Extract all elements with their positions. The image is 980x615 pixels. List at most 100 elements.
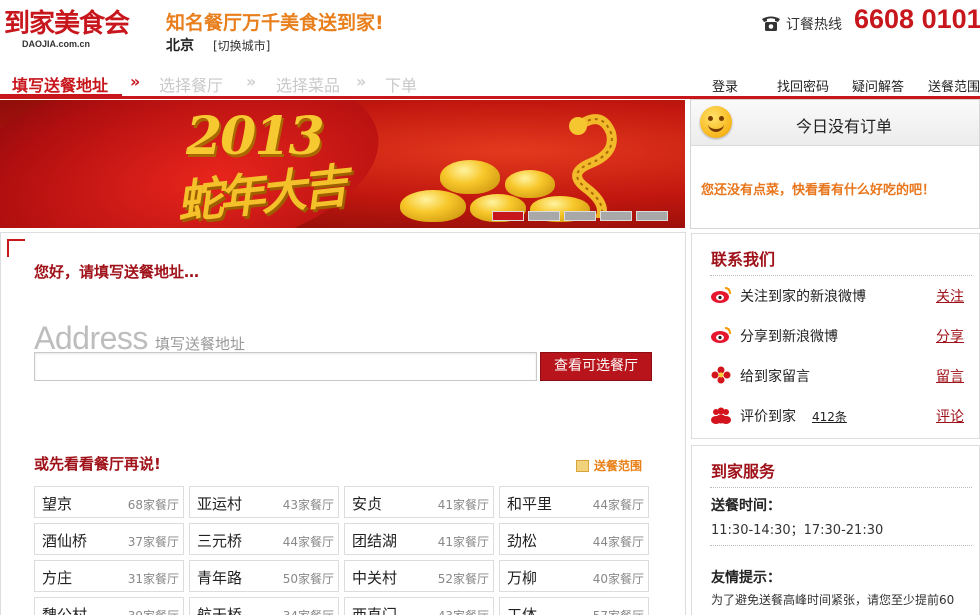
logo[interactable]: 到家美食会 DAOJIA.com.cn (4, 3, 140, 59)
area-name: 望京 (42, 495, 73, 513)
users-icon (711, 407, 731, 424)
area-item[interactable]: 安贞 41家餐厅 (344, 486, 494, 518)
area-count: 44家餐厅 (592, 535, 644, 549)
browse-restaurants-title: 或先看看餐厅再说! (34, 455, 161, 473)
gold-ingot-image (505, 170, 555, 198)
order-status-title: 今日没有订单 (796, 117, 893, 136)
divider (710, 275, 972, 276)
contact-row-review: 评价到家 412条 评论 (710, 404, 970, 428)
service-panel: 到家服务 送餐时间： 11:30-14:30；17:30-21:30 友情提示：… (691, 445, 980, 615)
share-link[interactable]: 分享 (936, 326, 964, 346)
area-name: 青年路 (197, 569, 243, 587)
contact-row-text: 评价到家 (740, 409, 796, 425)
area-item[interactable]: 航天桥 34家餐厅 (189, 597, 339, 615)
flower-icon (711, 366, 731, 384)
slide-dot[interactable] (564, 211, 596, 221)
area-item[interactable]: 望京 68家餐厅 (34, 486, 184, 518)
step-arrow: » (356, 72, 367, 91)
area-item[interactable]: 中关村 52家餐厅 (344, 560, 494, 592)
area-count: 39家餐厅 (128, 607, 179, 615)
hotline-number: 6608 0101 (854, 4, 980, 34)
switch-city-link[interactable]: [切换城市] (213, 37, 270, 54)
gold-ingot-image (440, 160, 500, 194)
area-item[interactable]: 亚运村 43家餐厅 (189, 486, 339, 518)
delivery-range-link[interactable]: 送餐范围 (576, 457, 642, 474)
address-input[interactable] (34, 352, 537, 381)
slide-dot[interactable] (600, 211, 632, 221)
address-label-cn: 填写送餐地址 (155, 335, 246, 353)
area-count: 44家餐厅 (282, 535, 334, 549)
faq-link[interactable]: 疑问解答 (852, 76, 904, 95)
slogan: 知名餐厅万千美食送到家! (166, 12, 384, 34)
login-link[interactable]: 登录 (712, 76, 738, 95)
slide-dot[interactable] (492, 211, 524, 221)
map-icon (576, 460, 589, 472)
area-item[interactable]: 万柳 40家餐厅 (499, 560, 649, 592)
follow-link[interactable]: 关注 (936, 286, 964, 306)
delivery-hours-label: 送餐时间： (711, 498, 781, 514)
corner-decoration (7, 239, 25, 257)
order-status-panel: 今日没有订单 您还没有点菜，快看看有什么好吃的吧！ (690, 99, 980, 229)
area-item[interactable]: 魏公村 39家餐厅 (34, 597, 184, 615)
area-count: 43家餐厅 (438, 607, 489, 615)
area-item[interactable]: 酒仙桥 37家餐厅 (34, 523, 184, 555)
area-item[interactable]: 团结湖 41家餐厅 (344, 523, 494, 555)
area-count: 31家餐厅 (127, 572, 179, 586)
contact-row-text: 给到家留言 (740, 369, 810, 385)
area-count: 37家餐厅 (127, 535, 179, 549)
area-name: 中关村 (352, 569, 398, 587)
area-item[interactable]: 方庄 31家餐厅 (34, 560, 184, 592)
tip-text: 为了避免送餐高峰时间紧张，请您至少提前60 (711, 593, 955, 607)
address-greeting: 您好，请填写送餐地址… (34, 263, 200, 281)
area-count: 43家餐厅 (282, 498, 334, 512)
address-panel: 您好，请填写送餐地址… Address 填写送餐地址 查看可选餐厅 或先看看餐厅… (0, 232, 686, 615)
contact-row-share-weibo: 分享到新浪微博 分享 (710, 324, 970, 348)
area-name: 和平里 (507, 495, 553, 513)
area-name: 劲松 (507, 532, 538, 550)
area-name: 航天桥 (197, 606, 243, 615)
review-count-link[interactable]: 412条 (812, 408, 847, 425)
step-place-order: 下单 (385, 76, 418, 95)
slide-dot[interactable] (528, 211, 560, 221)
area-item[interactable]: 西直门 43家餐厅 (344, 597, 494, 615)
area-name: 酒仙桥 (42, 532, 88, 550)
step-arrow: » (246, 72, 257, 91)
promo-banner[interactable]: 2013 蛇年大吉 (0, 100, 685, 228)
gold-ingot-image (400, 190, 466, 222)
area-count: 40家餐厅 (592, 572, 644, 586)
area-item[interactable]: 三元桥 44家餐厅 (189, 523, 339, 555)
area-item[interactable]: 劲松 44家餐厅 (499, 523, 649, 555)
area-count: 68家餐厅 (127, 498, 179, 512)
area-name: 魏公村 (42, 606, 88, 615)
area-item[interactable]: 和平里 44家餐厅 (499, 486, 649, 518)
slide-dot[interactable] (636, 211, 668, 221)
phone-icon (762, 16, 780, 31)
contact-row-text: 关注到家的新浪微博 (740, 289, 866, 305)
step-choose-dishes: 选择菜品 (276, 76, 341, 95)
step-arrow: » (130, 72, 141, 91)
delivery-area-link[interactable]: 送餐范围 (928, 76, 980, 95)
review-link[interactable]: 评论 (936, 406, 964, 426)
contact-row-message: 给到家留言 留言 (710, 364, 970, 388)
current-city: 北京 (166, 38, 194, 54)
divider (710, 487, 972, 488)
tip-label: 友情提示： (711, 570, 781, 586)
recover-password-link[interactable]: 找回密码 (777, 76, 829, 95)
area-name: 方庄 (42, 569, 73, 587)
message-link[interactable]: 留言 (936, 366, 964, 386)
view-restaurants-button[interactable]: 查看可选餐厅 (540, 352, 652, 381)
area-name: 万柳 (507, 569, 538, 587)
delivery-hours-value: 11:30-14:30；17:30-21:30 (711, 523, 884, 538)
area-name: 工体 (507, 606, 538, 615)
area-item[interactable]: 青年路 50家餐厅 (189, 560, 339, 592)
area-item[interactable]: 工体 57家餐厅 (499, 597, 649, 615)
area-count: 34家餐厅 (283, 607, 334, 615)
step-fill-address: 填写送餐地址 (12, 76, 109, 95)
snake-image (569, 114, 617, 218)
order-status-header: 今日没有订单 (691, 100, 979, 146)
contact-panel: 联系我们 关注到家的新浪微博 关注 分享到新浪微博 分享 给到家留言 留言 评价… (691, 233, 980, 439)
area-count: 41家餐厅 (437, 498, 489, 512)
service-title: 到家服务 (711, 462, 776, 481)
area-name: 西直门 (352, 606, 398, 615)
area-name: 安贞 (352, 495, 383, 513)
